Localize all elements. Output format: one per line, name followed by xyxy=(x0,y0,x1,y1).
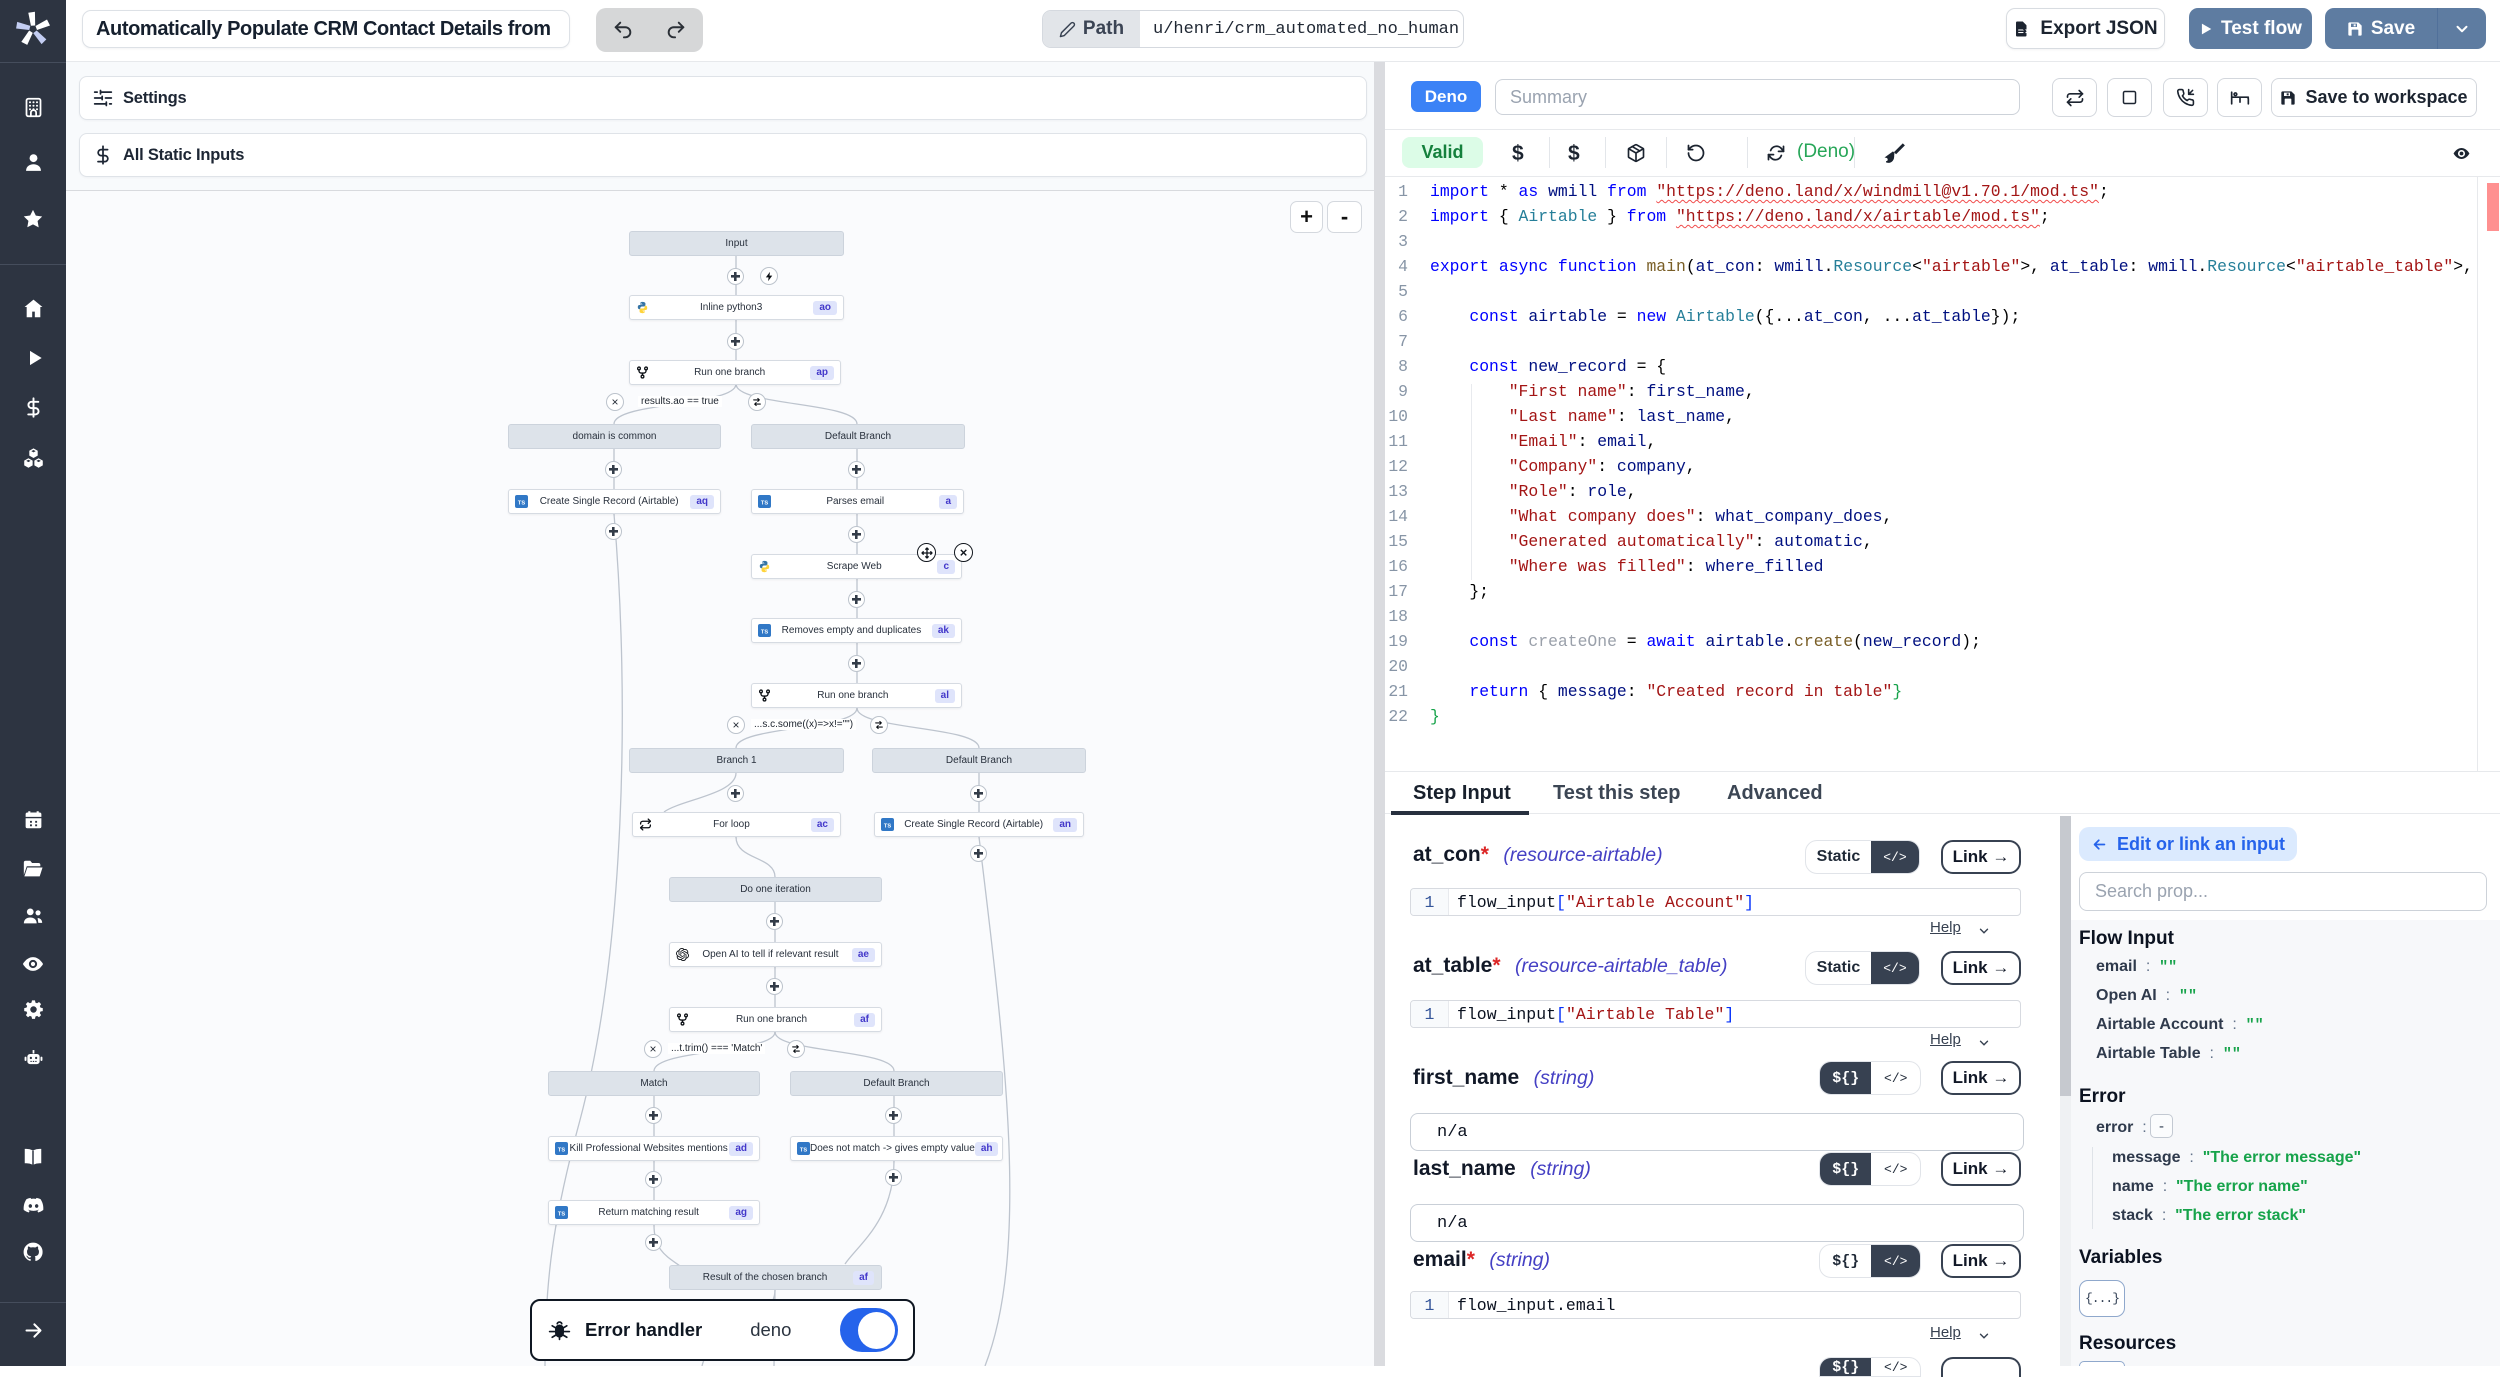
svg-text:TS: TS xyxy=(761,500,768,506)
svg-text:TS: TS xyxy=(558,1211,565,1217)
svg-text:TS: TS xyxy=(518,500,525,506)
svg-text:TS: TS xyxy=(558,1147,565,1153)
svg-text:TS: TS xyxy=(761,629,768,635)
svg-text:TS: TS xyxy=(884,823,891,829)
svg-text:TS: TS xyxy=(800,1147,807,1153)
